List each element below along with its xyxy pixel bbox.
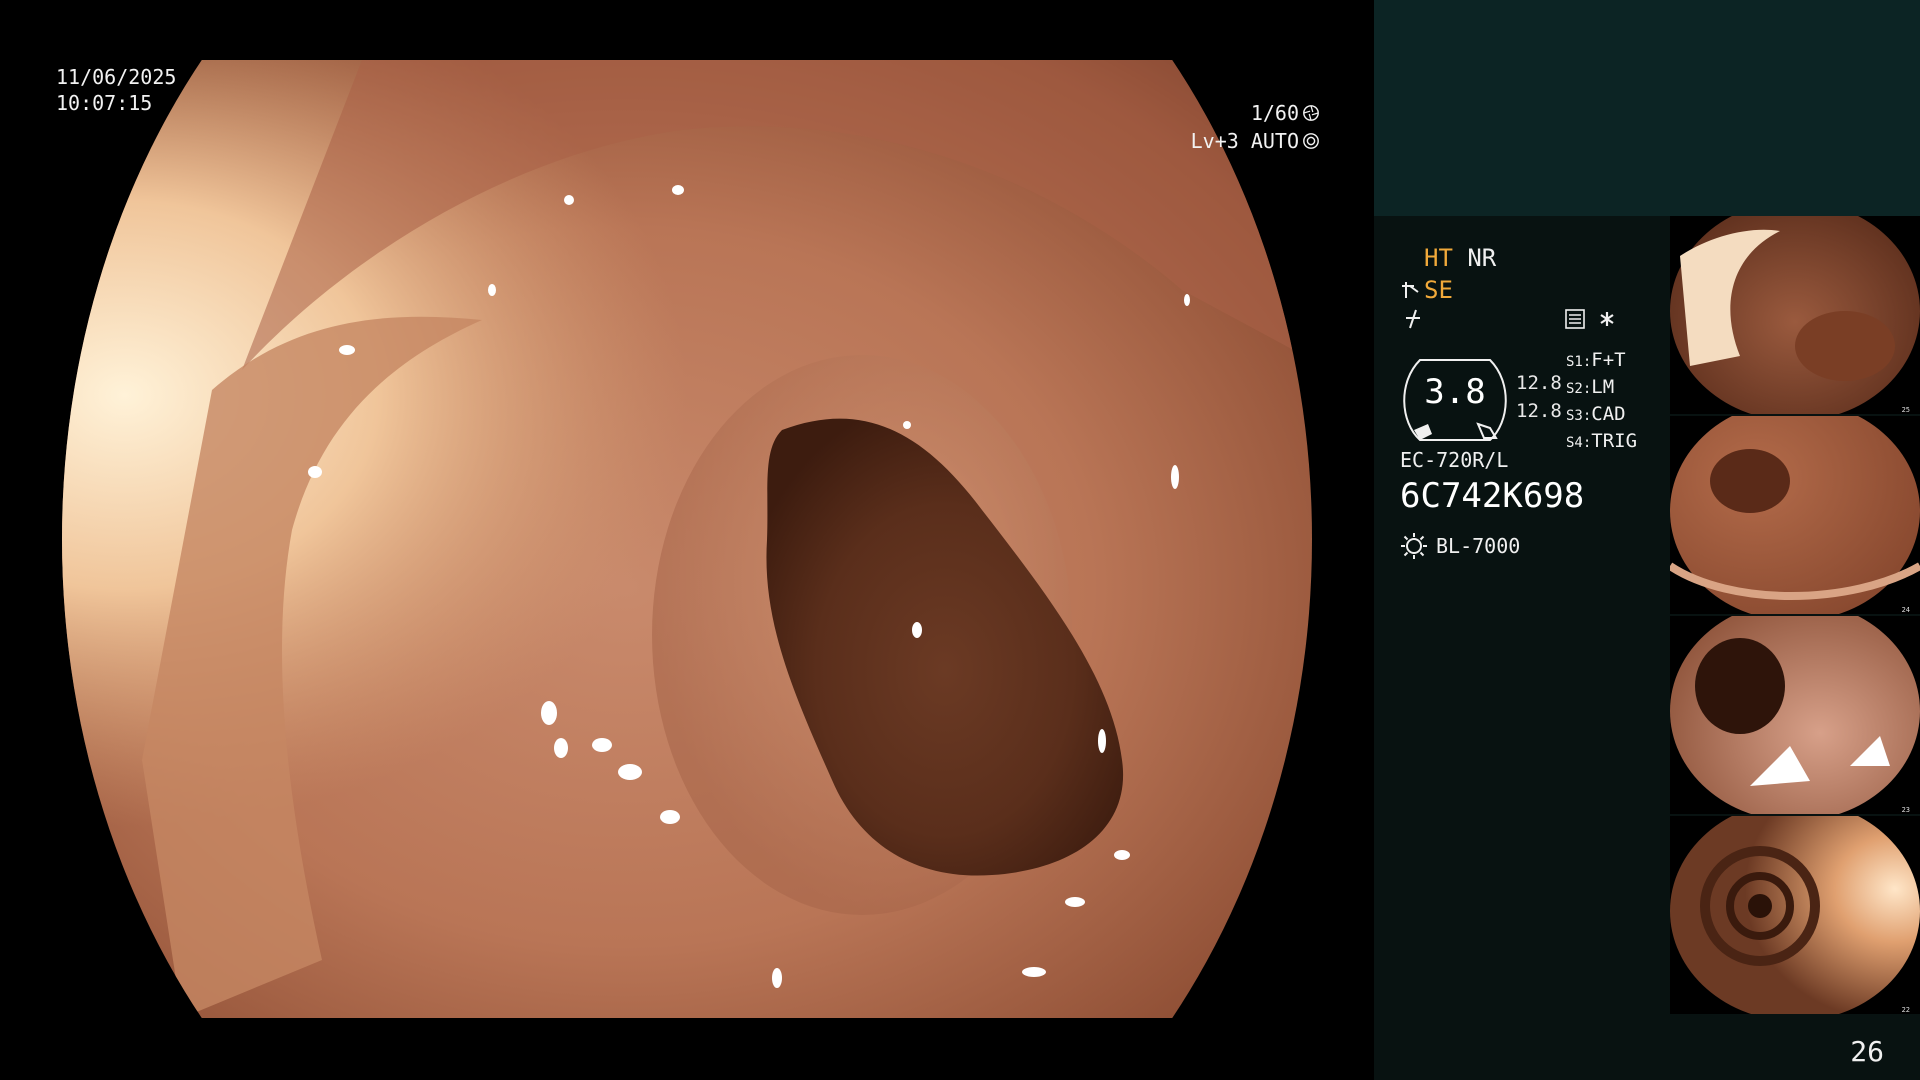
page-number: 26: [1850, 1035, 1884, 1068]
capture-thumbnail[interactable]: 22: [1670, 816, 1920, 1014]
datetime-readout: 11/06/2025 10:07:15: [56, 64, 176, 116]
thumbnail-index: 25: [1902, 406, 1910, 414]
thumbnail-image: 23: [1670, 616, 1920, 814]
scope-model: EC-720R/L: [1400, 448, 1509, 472]
switch-row: S2:LM: [1566, 376, 1615, 398]
structure-enhance-icon: [1402, 282, 1419, 298]
level-mode-text: Lv+3 AUTO: [1190, 129, 1299, 153]
asterisk-icon: [1600, 312, 1614, 326]
mode-nr: NR: [1467, 244, 1497, 272]
mode-ht: HT: [1424, 244, 1453, 272]
scope-serial: 6C742K698: [1400, 476, 1585, 516]
switch-row: S4:TRIG: [1566, 430, 1638, 452]
light-source-row: BL-7000: [1400, 530, 1520, 562]
gauge-value: 3.8: [1424, 372, 1486, 412]
capture-thumbnail[interactable]: 24: [1670, 416, 1920, 614]
aperture-icon: [1303, 105, 1319, 121]
switch-assignment-list: S1:F+T S2:LM S3:CAD S4:TRIG: [1566, 348, 1637, 456]
light-source-text: BL-7000: [1436, 534, 1521, 558]
shutter-speed-text: 1/60: [1250, 101, 1299, 125]
capture-thumbnail[interactable]: 23: [1670, 616, 1920, 814]
time-text: 10:07:15: [56, 91, 153, 115]
color-mode-icon: [1406, 309, 1420, 329]
gauge-sub-2: 12.8: [1516, 400, 1562, 422]
switch-row: S1:F+T: [1566, 349, 1626, 371]
memory-card-icon: [1565, 309, 1585, 329]
thumbnail-index: 24: [1902, 606, 1910, 614]
colon-lumen-image: [62, 60, 1312, 1018]
capture-thumbnail[interactable]: 25: [1670, 216, 1920, 414]
switch-row: S3:CAD: [1566, 403, 1626, 425]
endoscopy-display: 11/06/2025 10:07:15 1/60 Lv+3 AUTO HT NR: [0, 0, 1920, 1080]
thumbnail-image: 24: [1670, 416, 1920, 614]
thumbnail-image: 22: [1670, 816, 1920, 1014]
mode-se: SE: [1424, 276, 1453, 304]
thumbnail-index: 22: [1902, 1006, 1910, 1014]
thumbnail-index: 23: [1902, 806, 1910, 814]
thumbnail-image: 25: [1670, 216, 1920, 414]
gauge-sub-1: 12.8: [1516, 372, 1562, 394]
iris-icon: [1303, 133, 1319, 149]
endoscope-live-view: [62, 60, 1312, 1018]
date-text: 11/06/2025: [56, 65, 177, 89]
light-bulb-icon: [1401, 533, 1427, 559]
exposure-readout: 1/60 Lv+3 AUTO: [1191, 99, 1320, 155]
se-mode-row: SE: [1424, 276, 1453, 304]
panel-header-area: [1374, 0, 1920, 216]
image-mode-row: HT NR: [1424, 244, 1496, 272]
